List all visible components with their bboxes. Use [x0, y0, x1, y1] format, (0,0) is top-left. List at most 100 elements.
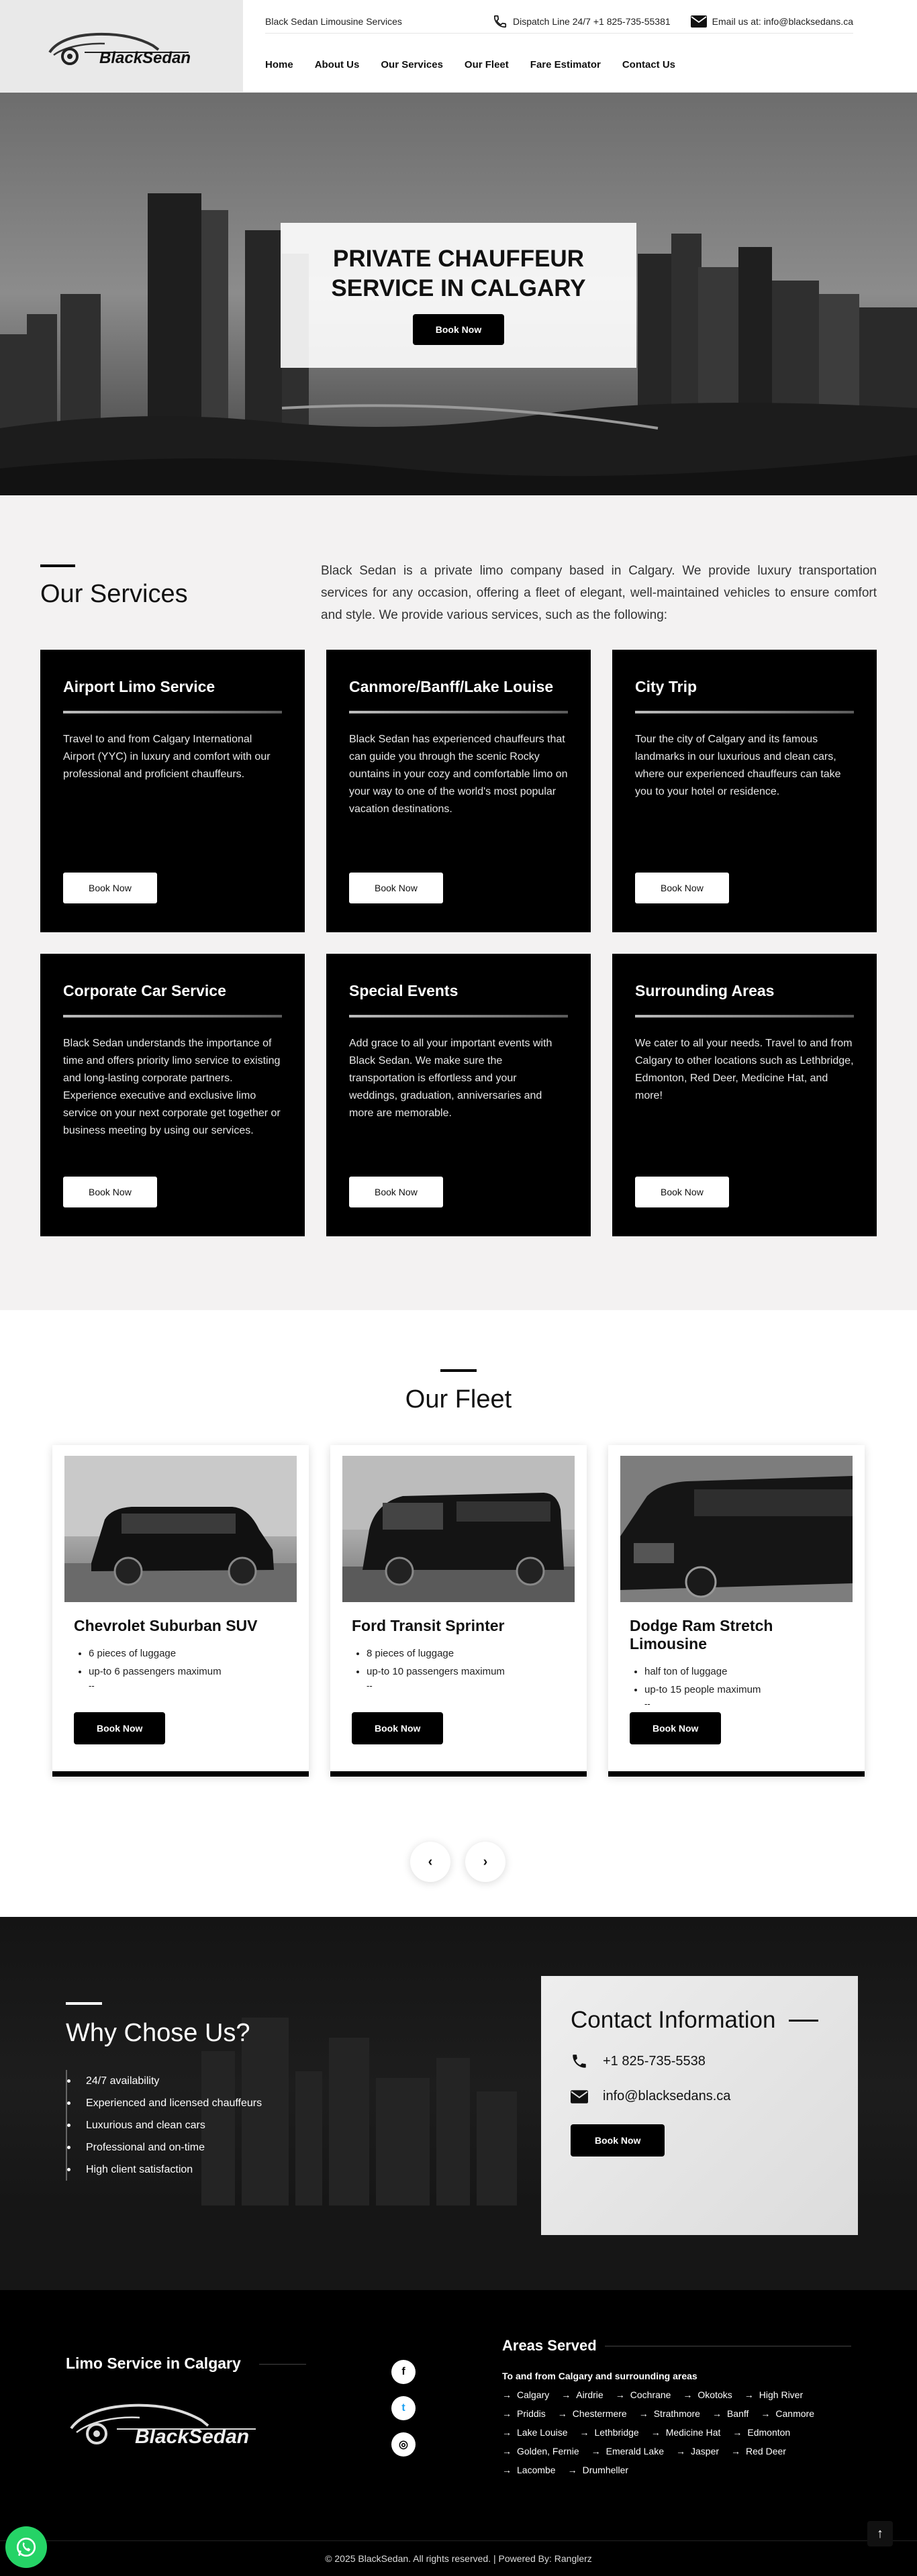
back-to-top-button[interactable]: ↑ — [867, 2521, 893, 2546]
services-intro: Black Sedan is a private limo company ba… — [321, 564, 877, 622]
carousel-next-button[interactable]: › — [465, 1842, 505, 1882]
feature-item: up-to 15 people maximum — [644, 1681, 853, 1699]
book-now-button[interactable]: Book Now — [349, 1177, 443, 1207]
facebook-icon[interactable]: f — [391, 2360, 416, 2384]
feature-item: up-to 10 passengers maximum — [367, 1663, 575, 1681]
contact-phone[interactable]: +1 825-735-5538 — [571, 2052, 858, 2070]
card-divider — [635, 711, 854, 713]
fleet-card-sprinter: Ford Transit Sprinter 8 pieces of luggag… — [330, 1445, 587, 1777]
feature-item: 6 pieces of luggage — [89, 1644, 297, 1663]
top-bar: Black Sedan Limousine Services Dispatch … — [265, 9, 853, 34]
service-card-title: Special Events — [349, 982, 458, 999]
fleet-card-title: Chevrolet Suburban SUV — [74, 1617, 258, 1634]
area-link[interactable]: Red Deer — [731, 2446, 786, 2457]
why-item: High client satisfaction — [86, 2159, 262, 2181]
hero-title: PRIVATE CHAUFFEUR SERVICE IN CALGARY — [281, 244, 636, 303]
areas-list: Calgary Airdrie Cochrane Okotoks High Ri… — [502, 2389, 844, 2475]
email-text: Email us at: info@blacksedans.ca — [712, 15, 853, 27]
title-rule — [789, 2019, 819, 2022]
van-image — [342, 1456, 575, 1602]
service-card-title: Canmore/Banff/Lake Louise — [349, 678, 554, 695]
hero-book-now-button[interactable]: Book Now — [412, 314, 505, 345]
area-link[interactable]: Lethbridge — [580, 2427, 639, 2438]
dispatch-line[interactable]: Dispatch Line 24/7 +1 825-735-55381 — [493, 14, 671, 29]
book-now-button[interactable]: Book Now — [630, 1712, 722, 1744]
area-link[interactable]: Lake Louise — [502, 2427, 568, 2438]
feature-dash: -- — [644, 1699, 650, 1709]
contact-phone-text: +1 825-735-5538 — [603, 2053, 706, 2069]
book-now-button[interactable]: Book Now — [63, 1177, 157, 1207]
book-now-button[interactable]: Book Now — [635, 873, 729, 903]
copyright: © 2025 BlackSedan. All rights reserved. … — [0, 2540, 917, 2576]
footer-logo[interactable]: BlackSedan — [64, 2391, 266, 2451]
fleet-carousel: Chevrolet Suburban SUV 6 pieces of lugga… — [52, 1445, 865, 1777]
contact-book-now-button[interactable]: Book Now — [571, 2124, 665, 2157]
book-now-button[interactable]: Book Now — [635, 1177, 729, 1207]
nav-home[interactable]: Home — [265, 59, 293, 70]
instagram-icon[interactable]: ◎ — [391, 2432, 416, 2457]
feature-list: half ton of luggage up-to 15 people maxi… — [644, 1663, 853, 1699]
fleet-card-title: Dodge Ram Stretch Limousine — [630, 1617, 773, 1652]
service-card-text: Add grace to all your important events w… — [349, 1038, 552, 1119]
main-nav: Home About Us Our Services Our Fleet Far… — [265, 59, 675, 70]
fleet-card-suburban: Chevrolet Suburban SUV 6 pieces of lugga… — [52, 1445, 309, 1777]
service-card-special-events: Special Events Add grace to all your imp… — [326, 954, 591, 1236]
area-link[interactable]: Canmore — [761, 2408, 814, 2419]
nav-our-fleet[interactable]: Our Fleet — [465, 59, 509, 70]
feature-item: up-to 6 passengers maximum — [89, 1663, 297, 1681]
email-link[interactable]: Email us at: info@blacksedans.ca — [690, 15, 853, 28]
feature-item: half ton of luggage — [644, 1663, 853, 1681]
area-link[interactable]: Edmonton — [732, 2427, 790, 2438]
nav-about-us[interactable]: About Us — [315, 59, 360, 70]
book-now-button[interactable]: Book Now — [74, 1712, 166, 1744]
site-footer: Limo Service in Calgary BlackSedan f t ◎… — [0, 2290, 917, 2576]
area-link[interactable]: Medicine Hat — [651, 2427, 721, 2438]
why-section: Why Chose Us? 24/7 availability Experien… — [0, 1917, 917, 2290]
area-link[interactable]: Lacombe — [502, 2465, 556, 2475]
services-section: Our Services Black Sedan is a private li… — [0, 495, 917, 1310]
service-card-airport: Airport Limo Service Travel to and from … — [40, 650, 305, 932]
why-list: 24/7 availability Experienced and licens… — [66, 2070, 262, 2181]
area-link[interactable]: Airdrie — [561, 2389, 603, 2400]
fleet-card-title: Ford Transit Sprinter — [352, 1617, 505, 1634]
book-now-button[interactable]: Book Now — [349, 873, 443, 903]
nav-our-services[interactable]: Our Services — [381, 59, 443, 70]
area-link[interactable]: Banff — [712, 2408, 749, 2419]
area-link[interactable]: Jasper — [676, 2446, 719, 2457]
contact-email[interactable]: info@blacksedans.ca — [571, 2089, 858, 2104]
card-divider — [635, 1015, 854, 1018]
area-link[interactable]: Golden, Fernie — [502, 2446, 579, 2457]
service-card-corporate: Corporate Car Service Black Sedan unders… — [40, 954, 305, 1236]
area-link[interactable]: Chestermere — [558, 2408, 627, 2419]
site-logo[interactable]: BlackSedan — [0, 0, 243, 93]
phone-icon — [493, 15, 507, 28]
book-now-button[interactable]: Book Now — [352, 1712, 444, 1744]
area-link[interactable]: Priddis — [502, 2408, 546, 2419]
feature-item: 8 pieces of luggage — [367, 1644, 575, 1663]
suv-image — [64, 1456, 297, 1602]
area-link[interactable]: Cochrane — [616, 2389, 671, 2400]
whatsapp-button[interactable] — [5, 2526, 47, 2568]
area-link[interactable]: Okotoks — [683, 2389, 732, 2400]
twitter-icon[interactable]: t — [391, 2396, 416, 2420]
nav-fare-estimator[interactable]: Fare Estimator — [530, 59, 601, 70]
card-divider — [349, 1015, 568, 1018]
envelope-icon — [571, 2089, 588, 2103]
site-header: BlackSedan Black Sedan Limousine Service… — [0, 0, 917, 93]
book-now-button[interactable]: Book Now — [63, 873, 157, 903]
phone-icon — [573, 2054, 586, 2068]
card-divider — [349, 711, 568, 713]
area-link[interactable]: High River — [744, 2389, 803, 2400]
service-card-text: We cater to all your needs. Travel to an… — [635, 1038, 854, 1101]
carousel-prev-button[interactable]: ‹ — [410, 1842, 450, 1882]
area-link[interactable]: Emerald Lake — [591, 2446, 664, 2457]
hero-title-line1: PRIVATE CHAUFFEUR — [333, 246, 584, 272]
area-link[interactable]: Calgary — [502, 2389, 549, 2400]
services-title: Our Services — [40, 580, 188, 608]
area-link[interactable]: Strathmore — [639, 2408, 700, 2419]
why-item: Luxurious and clean cars — [86, 2114, 262, 2136]
nav-contact-us[interactable]: Contact Us — [622, 59, 675, 70]
contact-title: Contact Information — [571, 2007, 858, 2034]
area-link[interactable]: Drumheller — [568, 2465, 628, 2475]
fleet-card-limousine: Dodge Ram Stretch Limousine half ton of … — [608, 1445, 865, 1777]
